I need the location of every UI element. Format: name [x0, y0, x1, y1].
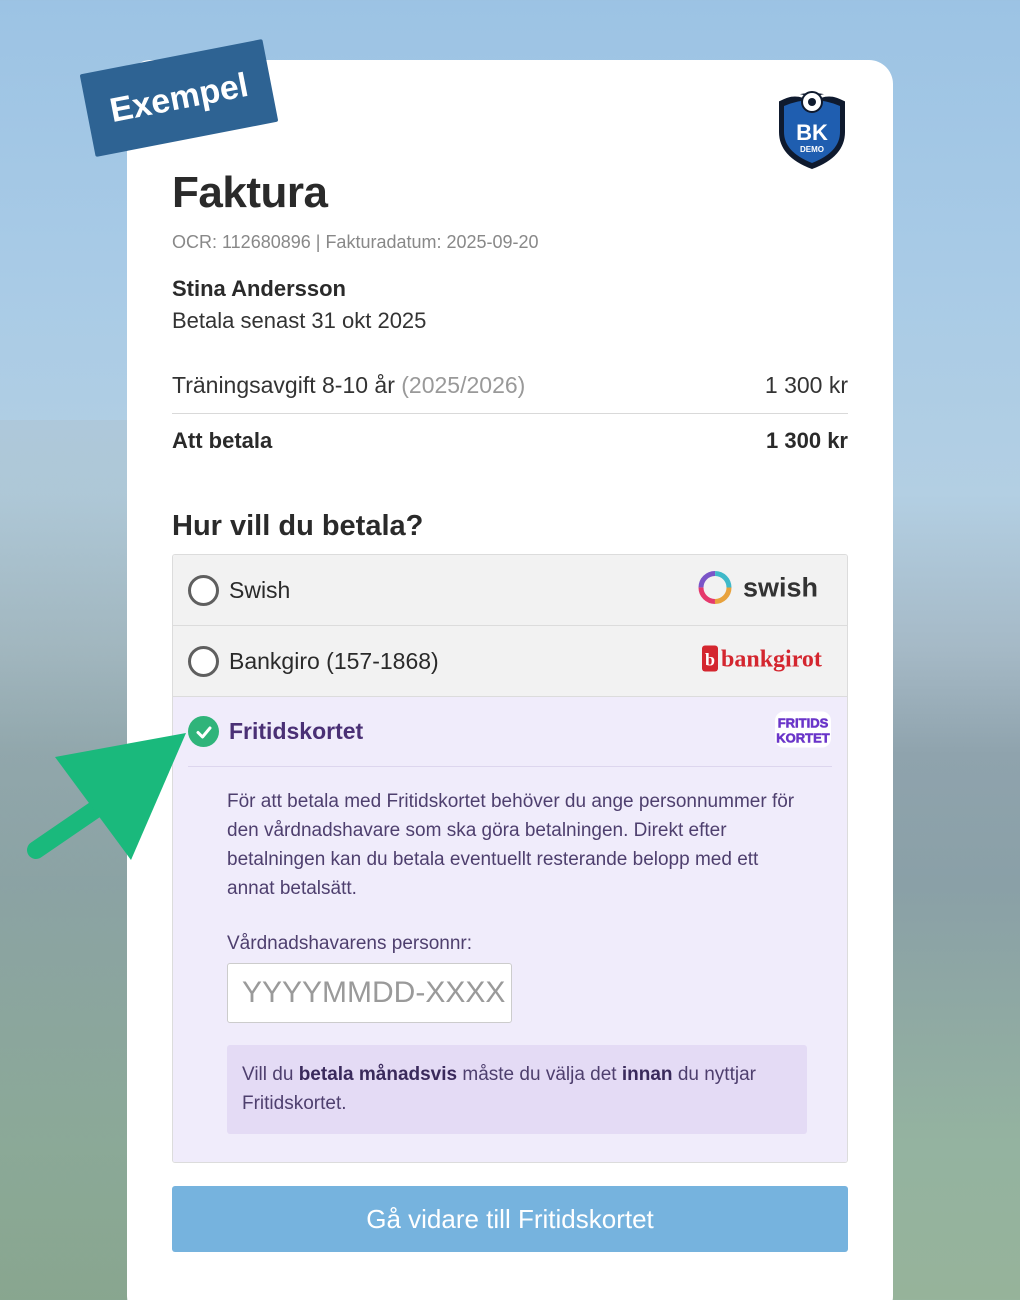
line-item-description: Träningsavgift 8-10 år (2025/2026)	[172, 372, 525, 413]
payment-option-label: Swish	[229, 576, 291, 603]
bankgirot-logo-text: bankgirot	[721, 647, 822, 673]
notice-bold-1: betala månadsvis	[298, 1064, 458, 1085]
logo-text: BK	[796, 120, 828, 145]
invoice-meta: OCR: 112680896 | Fakturadatum: 2025-09-2…	[172, 232, 539, 252]
payment-heading: Hur vill du betala?	[172, 510, 424, 542]
bankgirot-logo: b bankgirot	[701, 642, 829, 681]
payment-option-bankgiro[interactable]: Bankgiro (157-1868) b bankgirot	[173, 626, 847, 697]
payment-option-swish[interactable]: Swish swish	[173, 555, 847, 626]
payment-option-fritidskortet[interactable]: Fritidskortet FRITIDS KORTET För att bet…	[173, 697, 847, 1162]
total-label: Att betala	[172, 428, 273, 453]
logo-subtext: DEMO	[800, 145, 824, 154]
notice-text-2: måste du välja det	[457, 1064, 622, 1085]
swish-logo-text: swish	[743, 573, 818, 603]
svg-text:KORTET: KORTET	[776, 730, 830, 745]
payment-option-label: Bankgiro (157-1868)	[229, 647, 439, 674]
fritidskortet-header[interactable]: Fritidskortet FRITIDS KORTET	[188, 697, 832, 767]
fritidskortet-logo: FRITIDS KORTET	[774, 709, 832, 754]
line-item-period: (2025/2026)	[401, 372, 526, 398]
radio-swish[interactable]	[188, 574, 219, 606]
svg-text:FRITIDS: FRITIDS	[778, 715, 829, 730]
notice-text-1: Vill du	[242, 1064, 299, 1085]
total-amount: 1 300 kr	[766, 428, 848, 453]
payment-option-label: Fritidskortet	[229, 718, 364, 744]
fritidskortet-body: För att betala med Fritidskortet behöver…	[173, 767, 847, 1162]
example-badge-label: Exempel	[106, 65, 252, 130]
monthly-notice: Vill du betala månadsvis måste du välja …	[227, 1045, 807, 1134]
customer-name: Stina Andersson	[172, 276, 346, 301]
line-item-name: Träningsavgift 8-10 år	[172, 372, 395, 398]
club-logo: BK DEMO	[777, 91, 847, 170]
arrow-pointer-icon	[27, 733, 186, 860]
invoice-line-item: Träningsavgift 8-10 år (2025/2026) 1 300…	[172, 372, 848, 414]
notice-bold-2: innan	[621, 1064, 673, 1085]
due-date: Betala senast 31 okt 2025	[172, 308, 427, 333]
payment-methods: Swish swish Bankgiro (157-1868) b bankgi…	[172, 554, 848, 1163]
fritidskortet-description: För att betala med Fritidskortet behöver…	[227, 791, 795, 899]
invoice-total: Att betala 1 300 kr	[172, 428, 848, 454]
radio-bankgiro[interactable]	[188, 645, 219, 677]
line-item-amount: 1 300 kr	[764, 372, 848, 398]
ssn-label: Vårdnadshavarens personnr:	[227, 933, 473, 954]
svg-text:b: b	[705, 650, 715, 670]
page-title: Faktura	[172, 168, 328, 217]
ssn-input[interactable]	[227, 963, 512, 1023]
continue-button[interactable]: Gå vidare till Fritidskortet	[172, 1186, 848, 1252]
swish-logo: swish	[697, 568, 829, 613]
